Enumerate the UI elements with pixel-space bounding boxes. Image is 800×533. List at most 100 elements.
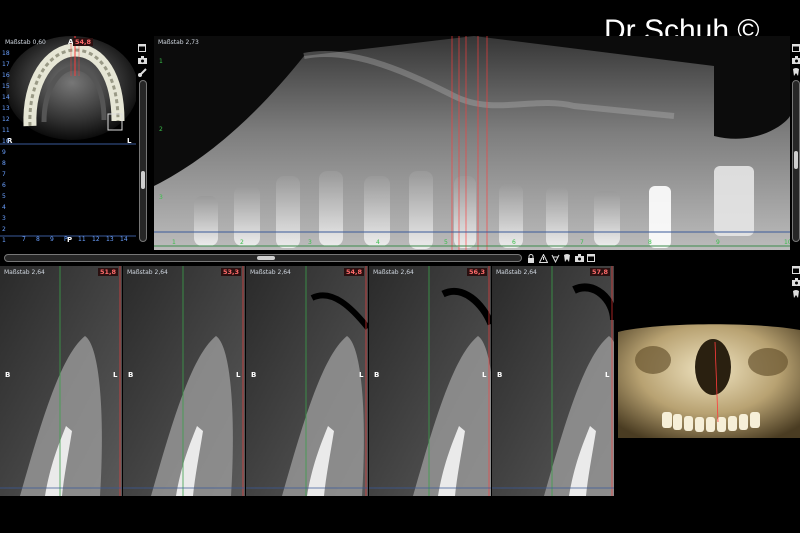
cross-section-left-orientation: B <box>374 371 380 379</box>
skull-3d-image <box>618 324 800 438</box>
cross-section-panel[interactable]: Maßstab 2,64 57,8 B L <box>492 266 614 496</box>
volume-render-view[interactable] <box>618 322 800 438</box>
cross-section-row: Maßstab 2,64 51,8 B L Maßstab 2,64 53,3 B L <box>0 266 614 496</box>
ruler-tick-label: 10 <box>2 138 10 145</box>
cross-section-scale-label: Maßstab 2,64 <box>496 269 537 276</box>
window-icon[interactable] <box>791 266 800 276</box>
cross-section-left-orientation: B <box>128 371 134 379</box>
toolbar <box>526 253 610 265</box>
ruler-tick-label: 7 <box>22 236 26 243</box>
ruler-tick-label: 1 <box>2 237 6 244</box>
panoramic-view[interactable]: Maßstab 2,73 1 2 3 1 2 3 4 5 6 7 8 9 10 <box>154 36 790 250</box>
cross-section-right-orientation: L <box>482 371 487 379</box>
ruler-tick-label: 4 <box>376 239 380 246</box>
window-icon[interactable] <box>586 254 596 264</box>
ruler-tick-label: 2 <box>159 126 163 133</box>
cross-section-panel[interactable]: Maßstab 2,64 53,3 B L <box>123 266 245 496</box>
ruler-tick-label: 3 <box>308 239 312 246</box>
ruler-tick-label: 8 <box>648 239 652 246</box>
axial-orientation-right: L <box>127 137 132 145</box>
cross-section-left-orientation: B <box>5 371 11 379</box>
cross-section-right-orientation: L <box>236 371 241 379</box>
cross-section-position-badge: 53,3 <box>220 268 241 276</box>
ruler-tick-label: 13 <box>106 236 114 243</box>
camera-icon[interactable] <box>791 278 800 288</box>
ruler-tick-label: 15 <box>2 83 10 90</box>
lock-icon[interactable] <box>526 254 536 264</box>
axial-scale-label: Maßstab 0,60 <box>5 39 46 46</box>
ruler-tick-label: 9 <box>2 149 6 156</box>
axial-slice-image <box>0 36 136 237</box>
ruler-tick-label: 14 <box>2 94 10 101</box>
axial-scrollbar-thumb[interactable] <box>141 171 145 189</box>
camera-icon[interactable] <box>791 56 800 66</box>
cross-section-image <box>246 266 368 496</box>
ruler-tick-label: 2 <box>240 239 244 246</box>
ruler-tick-label: 9 <box>716 239 720 246</box>
cross-section-position-badge: 56,3 <box>466 268 487 276</box>
ruler-tick-label: 6 <box>512 239 516 246</box>
cross-section-scale-label: Maßstab 2,64 <box>250 269 291 276</box>
cross-section-panel[interactable]: Maßstab 2,64 51,8 B L <box>0 266 122 496</box>
cross-section-right-orientation: L <box>605 371 610 379</box>
ruler-tick-label: 8 <box>2 160 6 167</box>
ruler-tick-label: 3 <box>159 194 163 201</box>
cross-section-image <box>369 266 491 496</box>
cross-section-right-orientation: L <box>113 371 118 379</box>
cross-section-panel[interactable]: Maßstab 2,64 54,8 B L <box>246 266 368 496</box>
ruler-tick-label: 12 <box>2 116 10 123</box>
axial-marker-value: 54,8 <box>73 38 94 46</box>
ruler-tick-label: 4 <box>2 204 6 211</box>
cross-section-position-badge: 51,8 <box>97 268 118 276</box>
ruler-tick-label: 14 <box>120 236 128 243</box>
window-icon[interactable] <box>791 44 800 54</box>
ruler-tick-label: 8 <box>36 236 40 243</box>
panoramic-image <box>154 36 790 250</box>
tooth-icon[interactable] <box>562 254 572 264</box>
cross-section-image <box>492 266 614 496</box>
cross-section-scale-label: Maßstab 2,64 <box>4 269 45 276</box>
ruler-tick-label: 10 <box>784 239 790 246</box>
camera-icon[interactable] <box>137 56 147 66</box>
panoramic-scale-label: Maßstab 2,73 <box>158 39 199 46</box>
cross-section-left-orientation: B <box>497 371 503 379</box>
cross-section-scale-label: Maßstab 2,64 <box>373 269 414 276</box>
warning-icon[interactable] <box>538 253 548 264</box>
ruler-tick-label: 7 <box>580 239 584 246</box>
cross-section-image <box>0 266 122 496</box>
ruler-tick-label: 17 <box>2 61 10 68</box>
cross-section-position-badge: 54,8 <box>343 268 364 276</box>
tooth-icon[interactable] <box>791 68 800 78</box>
ruler-tick-label: 1 <box>172 239 176 246</box>
ruler-tick-label: 2 <box>2 226 6 233</box>
horizontal-scrollbar-thumb[interactable] <box>257 256 275 260</box>
ruler-tick-label: 5 <box>444 239 448 246</box>
ruler-tick-label: 11 <box>78 236 86 243</box>
tooth-cut-icon[interactable] <box>550 254 560 264</box>
cross-section-right-orientation: L <box>359 371 364 379</box>
cross-section-position-badge: 57,8 <box>589 268 610 276</box>
ruler-tick-label: 6 <box>2 182 6 189</box>
window-icon[interactable] <box>137 44 147 54</box>
cross-section-panel[interactable]: Maßstab 2,64 56,3 B L <box>369 266 491 496</box>
camera-icon[interactable] <box>574 254 584 264</box>
panoramic-vertical-scrollbar[interactable] <box>792 80 800 242</box>
ruler-tick-label: P <box>64 236 68 243</box>
ruler-tick-label: 11 <box>2 127 10 134</box>
ruler-tick-label: 1 <box>159 58 163 65</box>
axial-vertical-scrollbar[interactable] <box>139 80 147 242</box>
ruler-tick-label: 16 <box>2 72 10 79</box>
cross-section-scale-label: Maßstab 2,64 <box>127 269 168 276</box>
ruler-tick-label: 3 <box>2 215 6 222</box>
cross-section-left-orientation: B <box>251 371 257 379</box>
brush-icon[interactable] <box>137 68 147 78</box>
ruler-tick-label: 9 <box>50 236 54 243</box>
horizontal-scrollbar[interactable] <box>4 254 522 262</box>
axial-view[interactable]: Maßstab 0,60 A 54,8 R L P 18 17 16 15 14 13 12… <box>0 36 136 245</box>
ruler-tick-label: 18 <box>2 50 10 57</box>
tooth-icon[interactable] <box>791 290 800 300</box>
ruler-tick-label: 12 <box>92 236 100 243</box>
ruler-tick-label: 5 <box>2 193 6 200</box>
cross-section-image <box>123 266 245 496</box>
panoramic-scrollbar-thumb[interactable] <box>794 151 798 169</box>
